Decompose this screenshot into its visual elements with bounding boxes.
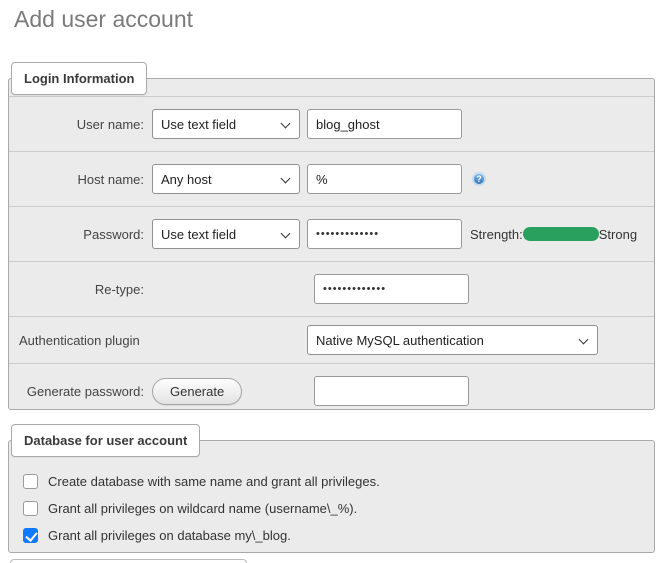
db-grant-label: Grant all privileges on database my\_blo… [48,528,291,543]
help-icon[interactable]: ? [472,172,486,186]
password-row: Password: Use text field Strength: Stron… [9,206,654,261]
database-fieldset: Database for user account Create databas… [8,440,655,553]
chevron-down-icon [579,335,589,345]
username-label: User name: [9,117,144,132]
password-label: Password: [9,227,144,242]
chevron-down-icon [281,174,291,184]
auth-plugin-select[interactable]: Native MySQL authentication [307,325,598,355]
login-information-legend: Login Information [11,62,147,95]
hostname-type-select-value: Any host [161,172,212,187]
hostname-type-select[interactable]: Any host [152,164,300,194]
db-grant-row: Grant all privileges on database my\_blo… [9,522,654,549]
chevron-down-icon [281,119,291,129]
username-type-select[interactable]: Use text field [152,109,300,139]
db-grant-checkbox[interactable] [23,528,38,543]
wildcard-grant-checkbox[interactable] [23,501,38,516]
strength-value: Strong [599,227,637,242]
strength-meter [523,227,599,241]
password-type-select-value: Use text field [161,227,236,242]
database-legend: Database for user account [11,424,200,457]
create-db-checkbox[interactable] [23,474,38,489]
password-strength: Strength: Strong [470,227,637,242]
username-input[interactable] [307,109,462,139]
retype-label: Re-type: [9,282,144,297]
add-user-account-page: Add user account Login Information User … [0,0,660,563]
strength-label: Strength: [470,227,523,242]
generated-password-input[interactable] [314,376,469,406]
wildcard-grant-row: Grant all privileges on wildcard name (u… [9,495,654,522]
password-input[interactable] [307,219,462,249]
chevron-down-icon [281,229,291,239]
username-type-select-value: Use text field [161,117,236,132]
retype-row: Re-type: [9,261,654,316]
wildcard-grant-label: Grant all privileges on wildcard name (u… [48,501,357,516]
password-type-select[interactable]: Use text field [152,219,300,249]
page-title: Add user account [14,6,193,33]
auth-plugin-row: Authentication plugin Native MySQL authe… [9,316,654,363]
generate-password-row: Generate password: Generate [9,363,654,418]
login-information-fieldset: Login Information User name: Use text fi… [8,78,655,410]
generate-button[interactable]: Generate [152,378,242,405]
hostname-row: Host name: Any host ? [9,151,654,206]
auth-plugin-select-value: Native MySQL authentication [316,333,484,348]
auth-plugin-label: Authentication plugin [9,333,299,348]
retype-password-input[interactable] [314,274,469,304]
generate-password-label: Generate password: [9,384,144,399]
hostname-input[interactable] [307,164,462,194]
hostname-label: Host name: [9,172,144,187]
create-db-label: Create database with same name and grant… [48,474,380,489]
next-section-legend-partial [10,559,247,563]
username-row: User name: Use text field [9,96,654,151]
create-db-row: Create database with same name and grant… [9,468,654,495]
